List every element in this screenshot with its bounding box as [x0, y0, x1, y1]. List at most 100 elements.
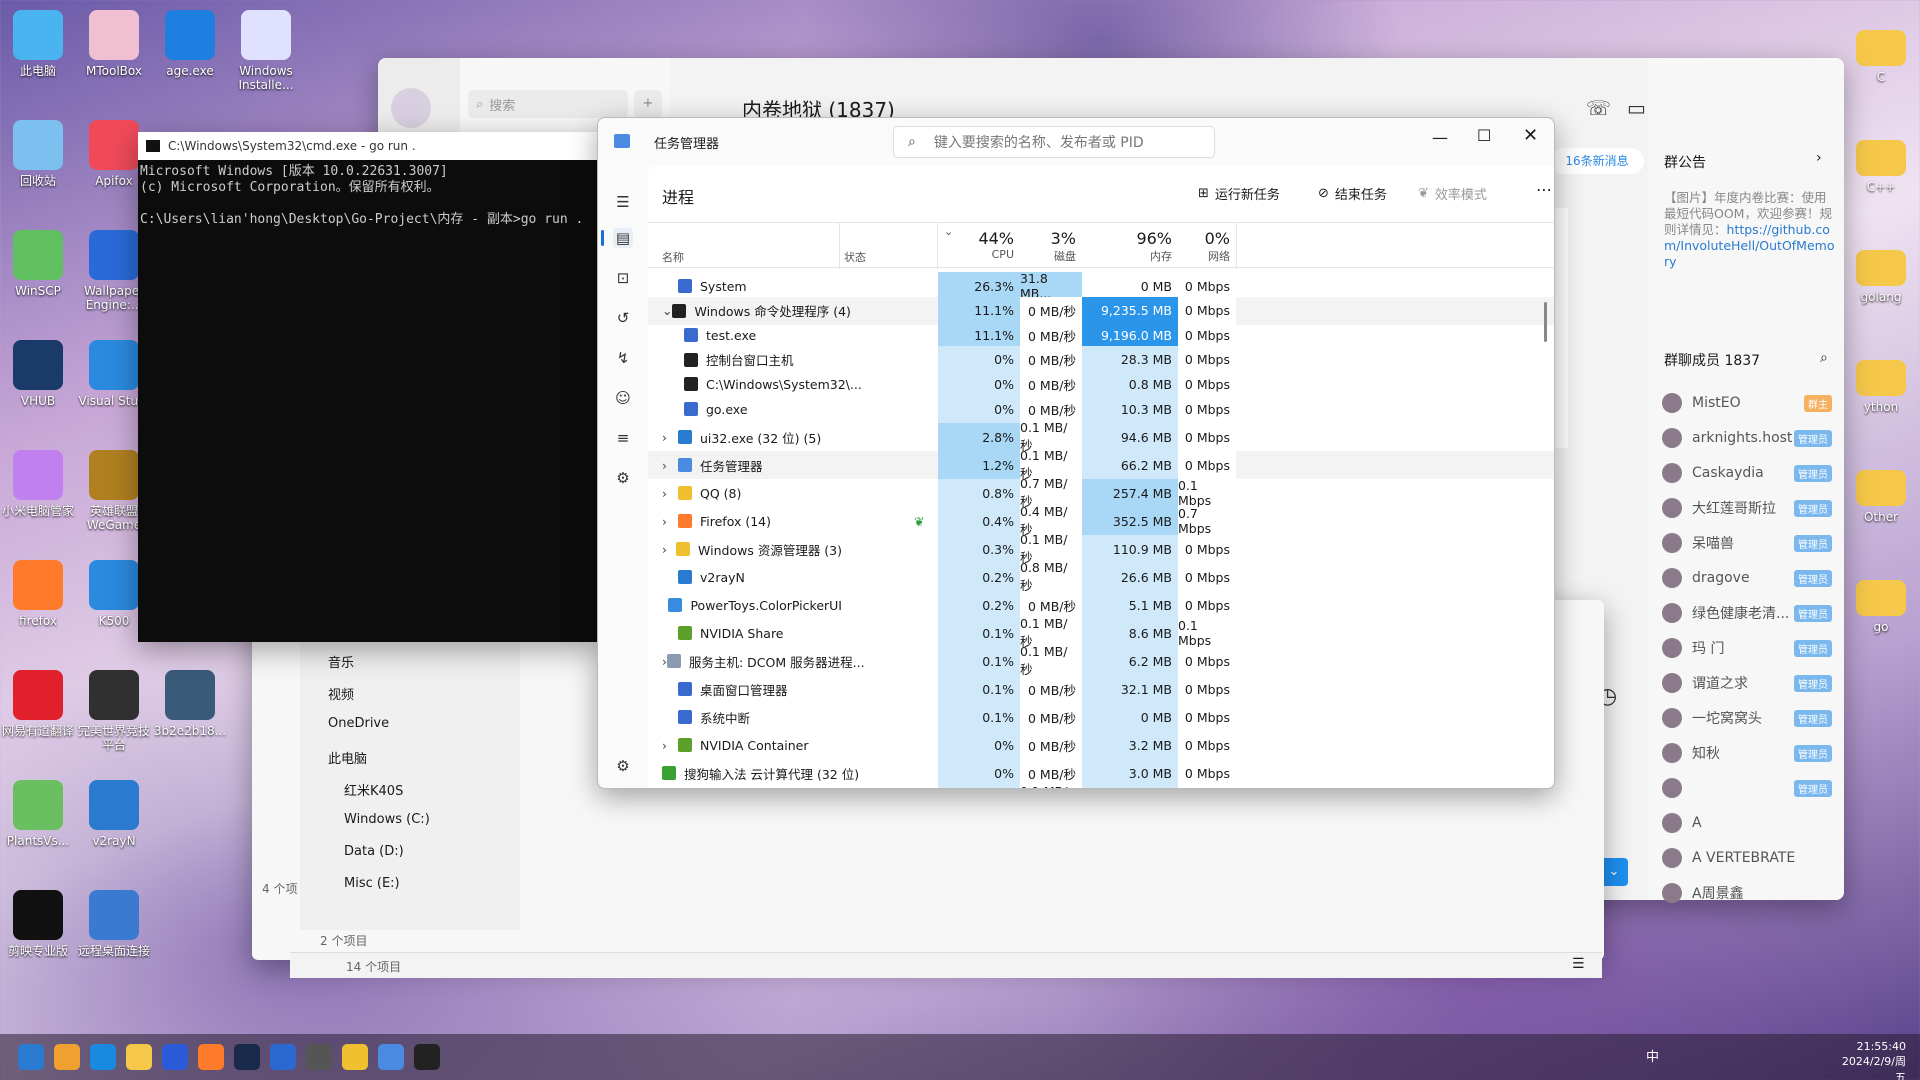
col-cpu[interactable]: 44% CPU [938, 229, 1020, 261]
explorer-nav-item[interactable]: 此电脑 [328, 748, 367, 767]
process-row[interactable]: go.exe 0% 0 MB/秒 10.3 MB 0 Mbps [648, 395, 1554, 423]
process-row[interactable]: › 任务管理器 1.2% 0.1 MB/秒 66.2 MB 0 Mbps [648, 448, 1554, 481]
send-dropdown-button[interactable]: ⌄ [1600, 858, 1628, 886]
expand-chevron-icon[interactable]: › [662, 738, 678, 753]
avatar[interactable] [391, 88, 431, 128]
process-row[interactable]: ›Steam Client WebHelper (6) 0%0.1 MB/秒69.… [648, 784, 1554, 788]
member-item[interactable]: 呆喵兽 管理员 [1662, 528, 1832, 558]
taskbar-app-icon[interactable] [342, 1044, 368, 1070]
app-history-icon[interactable]: ↺ [613, 308, 633, 328]
folder-icon[interactable]: C [1846, 30, 1916, 84]
member-item[interactable]: A [1662, 808, 1832, 838]
process-row[interactable]: 系统中断 0.1% 0 MB/秒 0 MB 0 Mbps [648, 703, 1554, 731]
explorer-nav-item[interactable]: 红米K40S [344, 780, 403, 799]
desktop-icon[interactable]: MToolBox [76, 10, 152, 78]
new-messages-badge[interactable]: 16条新消息 [1550, 148, 1644, 174]
chevron-right-icon[interactable]: › [1816, 150, 1822, 166]
col-disk[interactable]: 3% 磁盘 [1020, 229, 1082, 264]
member-item[interactable]: MistEO 群主 [1662, 388, 1832, 418]
process-row[interactable]: › QQ (8) 0.8% 0.7 MB/秒 257.4 MB 0.1 Mbps [648, 476, 1554, 509]
end-task-button[interactable]: ⊘ 结束任务 [1318, 184, 1387, 203]
member-item[interactable]: 一坨窝窝头 管理员 [1662, 703, 1832, 733]
desktop-icon[interactable]: 远程桌面连接 [76, 890, 152, 958]
close-button[interactable]: ✕ [1523, 125, 1538, 146]
process-row[interactable]: 桌面窗口管理器 0.1% 0 MB/秒 32.1 MB 0 Mbps [648, 675, 1554, 703]
desktop-icon[interactable]: 小米电脑管家 [0, 450, 76, 518]
process-row[interactable]: NVIDIA Share 0.1% 0.1 MB/秒 8.6 MB 0.1 Mbps [648, 616, 1554, 649]
member-item[interactable]: 玛 门 管理员 [1662, 633, 1832, 663]
col-name[interactable]: 名称 [662, 249, 684, 265]
desktop-icon[interactable]: 回收站 [0, 120, 76, 188]
desktop-icon[interactable]: 此电脑 [0, 10, 76, 78]
desktop-icon[interactable]: 网易有道翻译 [0, 670, 76, 738]
explorer-nav-item[interactable]: OneDrive [328, 716, 389, 731]
process-row[interactable]: › 服务主机: DCOM 服务器进程... 0.1% 0.1 MB/秒 6.2 MB 0 … [648, 644, 1554, 677]
taskbar-app-icon[interactable] [270, 1044, 296, 1070]
desktop-icon[interactable]: 3b2e2b18... [152, 670, 228, 738]
desktop-icon[interactable]: firefox [0, 560, 76, 628]
desktop-icon[interactable]: Windows Installe... [228, 10, 304, 92]
process-row[interactable]: v2rayN 0.2% 0.8 MB/秒 26.6 MB 0 Mbps [648, 560, 1554, 593]
run-new-task-button[interactable]: ⊞ 运行新任务 [1198, 184, 1280, 203]
process-row[interactable]: PowerToys.ColorPickerUI 0.2% 0 MB/秒 5.1 MB 0… [648, 591, 1554, 619]
efficiency-mode-button[interactable]: ❦ 效率模式 [1418, 184, 1487, 203]
cmd-output[interactable]: Microsoft Windows [版本 10.0.22631.3007] (… [138, 160, 600, 232]
member-item[interactable]: 知秋 管理员 [1662, 738, 1832, 768]
folder-icon[interactable]: go [1846, 580, 1916, 634]
scrollbar[interactable] [1544, 302, 1547, 342]
taskbar-app-icon[interactable] [198, 1044, 224, 1070]
desktop-icon[interactable]: 剪映专业版 [0, 890, 76, 958]
desktop-icon[interactable]: age.exe [152, 10, 228, 78]
minimize-button[interactable]: — [1432, 128, 1448, 147]
taskbar-app-icon[interactable] [90, 1044, 116, 1070]
folder-icon[interactable]: ython [1846, 360, 1916, 414]
explorer-nav-item[interactable]: 视频 [328, 684, 354, 703]
search-icon[interactable]: ⌕ [1820, 350, 1828, 366]
expand-chevron-icon[interactable]: › [662, 542, 676, 557]
explorer-nav-item[interactable]: 音乐 [328, 652, 354, 671]
expand-chevron-icon[interactable]: ⌄ [662, 303, 672, 318]
details-icon[interactable]: ≡ [613, 428, 633, 448]
col-network[interactable]: 0% 网络 [1178, 229, 1236, 264]
processes-icon[interactable]: ▤ [613, 228, 633, 248]
explorer-nav-item[interactable]: Windows (C:) [344, 812, 430, 827]
services-icon[interactable]: ⚙ [613, 468, 633, 488]
maximize-button[interactable]: ☐ [1477, 126, 1491, 145]
expand-chevron-icon[interactable]: › [662, 458, 678, 473]
settings-icon[interactable]: ⚙ [613, 756, 633, 776]
folder-icon[interactable]: C++ [1846, 140, 1916, 194]
tm-search-input[interactable]: ⌕ 键入要搜索的名称、发布者或 PID [893, 126, 1215, 158]
taskbar-app-icon[interactable] [126, 1044, 152, 1070]
more-options-icon[interactable]: ⋯ [1536, 180, 1552, 199]
process-row[interactable]: › ui32.exe (32 位) (5) 2.8% 0.1 MB/秒 94.6 MB 0… [648, 420, 1554, 453]
expand-chevron-icon[interactable]: › [662, 514, 678, 529]
member-item[interactable]: arknights.host 管理员 [1662, 423, 1832, 453]
member-item[interactable]: 绿色健康老清... 管理员 [1662, 598, 1832, 628]
startup-apps-icon[interactable]: ↯ [613, 348, 633, 368]
add-button[interactable]: + [634, 90, 662, 118]
taskbar-app-icon[interactable] [306, 1044, 332, 1070]
process-row[interactable]: › NVIDIA Container 0% 0 MB/秒 3.2 MB 0 Mbps [648, 731, 1554, 759]
desktop-icon[interactable]: VHUB [0, 340, 76, 408]
member-item[interactable]: dragove 管理员 [1662, 563, 1832, 593]
desktop-icon[interactable]: PlantsVs... [0, 780, 76, 848]
member-item[interactable]: A VERTEBRATE [1662, 843, 1832, 873]
details-view-icon[interactable]: ☰ [1572, 956, 1585, 972]
tm-titlebar[interactable]: 任务管理器 ⌕ 键入要搜索的名称、发布者或 PID — ☐ ✕ [598, 118, 1554, 166]
ime-indicator[interactable]: 中 [1646, 1046, 1659, 1065]
taskbar-app-icon[interactable] [18, 1044, 44, 1070]
explorer-nav-item[interactable]: Data (D:) [344, 844, 404, 859]
hamburger-icon[interactable]: ☰ [613, 192, 633, 212]
taskbar-app-icon[interactable] [234, 1044, 260, 1070]
performance-icon[interactable]: ⊡ [613, 268, 633, 288]
taskbar-app-icon[interactable] [162, 1044, 188, 1070]
desktop-icon[interactable]: WinSCP [0, 230, 76, 298]
explorer-nav-item[interactable]: Misc (E:) [344, 876, 400, 891]
cmd-titlebar[interactable]: C:\Windows\System32\cmd.exe - go run . [138, 132, 600, 160]
expand-chevron-icon[interactable]: › [662, 486, 678, 501]
search-input[interactable]: ⌕ 搜索 [468, 90, 628, 118]
desktop-icon[interactable]: 完美世界竞技平台 [76, 670, 152, 752]
expand-chevron-icon[interactable]: › [662, 430, 678, 445]
member-item[interactable]: A周景鑫 [1662, 878, 1832, 908]
clock[interactable]: 21:55:40 2024/2/9/周五 [1836, 1040, 1906, 1080]
